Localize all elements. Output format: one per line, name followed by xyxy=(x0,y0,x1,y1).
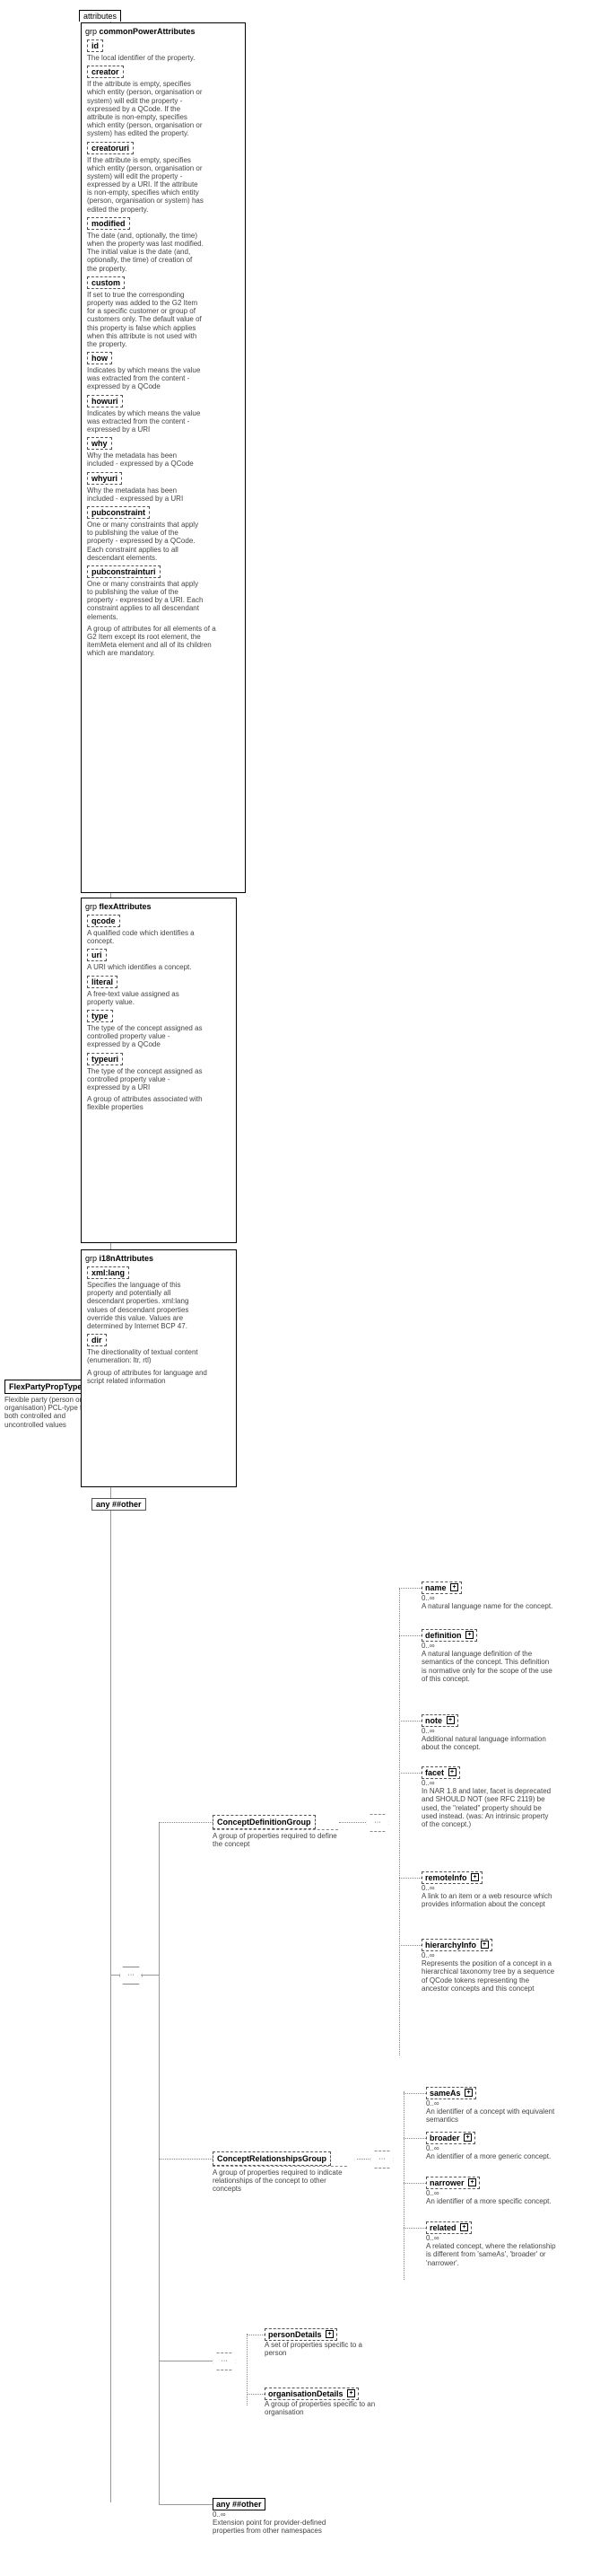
flex-title: flexAttributes xyxy=(100,902,152,911)
flex-attr-typeuri-desc: The type of the concept assigned as cont… xyxy=(87,1067,204,1092)
sequence-connector-main: ··· xyxy=(119,1967,143,1985)
grp-prefix: grp xyxy=(85,27,97,36)
i18n-title: i18nAttributes xyxy=(100,1254,154,1263)
common-attr-how: how xyxy=(87,352,112,364)
def-child-facet-desc: In NAR 1.8 and later, facet is deprecate… xyxy=(422,1787,556,1828)
concept-relationships-group-box: ConceptRelationshipsGroup xyxy=(213,2151,331,2166)
flex-attr-literal-desc: A free-text value assigned as property v… xyxy=(87,990,204,1006)
common-attr-custom-desc: If set to true the corresponding propert… xyxy=(87,291,204,348)
expand-icon[interactable]: + xyxy=(465,2089,473,2097)
def-child-note: note + xyxy=(422,1714,458,1727)
concept-relationships-group-desc: A group of properties required to indica… xyxy=(213,2166,347,2194)
common-attr-modified-desc: The date (and, optionally, the time) whe… xyxy=(87,232,204,273)
common-attr-howuri: howuri xyxy=(87,395,123,407)
flex-attr-uri: uri xyxy=(87,949,107,961)
common-attr-pubconstraint: pubconstraint xyxy=(87,506,150,519)
common-attr-why: why xyxy=(87,437,112,450)
def-child-note-desc: Additional natural language information … xyxy=(422,1735,556,1751)
i18n-attr-xml-lang-desc: Specifies the language of this property … xyxy=(87,1281,204,1330)
def-child-name: name + xyxy=(422,1582,462,1594)
organisation-details-box: organisationDetails + xyxy=(265,2388,359,2400)
expand-icon[interactable]: + xyxy=(468,2178,476,2186)
root-type-box: FlexPartyPropType xyxy=(4,1380,86,1394)
common-attr-how-desc: Indicates by which means the value was e… xyxy=(87,366,204,391)
flex-attr-literal: literal xyxy=(87,976,117,988)
concept-definition-group-desc: A group of properties required to define… xyxy=(213,1829,338,1848)
rel-child-sameAs: sameAs + xyxy=(426,2087,476,2099)
def-child-definition-desc: A natural language definition of the sem… xyxy=(422,1650,556,1683)
expand-icon[interactable]: + xyxy=(448,1768,457,1776)
expand-icon[interactable]: + xyxy=(465,1631,474,1639)
rel-child-narrower-desc: An identifier of a more specific concept… xyxy=(426,2197,561,2205)
common-attr-id-desc: The local identifier of the property. xyxy=(87,54,204,62)
expand-icon[interactable]: + xyxy=(481,1941,489,1949)
rel-child-related-desc: A related concept, where the relationshi… xyxy=(426,2242,561,2267)
expand-icon[interactable]: + xyxy=(464,2134,472,2142)
flex-attr-type: type xyxy=(87,1010,113,1022)
organisation-details-desc: A group of properties specific to an org… xyxy=(265,2400,381,2416)
person-details-desc: A set of properties specific to a person xyxy=(265,2341,381,2357)
expand-icon[interactable]: + xyxy=(326,2330,334,2338)
flex-attr-qcode: qcode xyxy=(87,915,120,927)
any-other-attr: any ##other xyxy=(91,1498,146,1511)
choice-connector: ··· xyxy=(213,2353,236,2370)
i18n-attr-dir-desc: The directionality of textual content (e… xyxy=(87,1348,204,1364)
common-attr-creatoruri: creatoruri xyxy=(87,142,134,154)
rel-child-narrower: narrower + xyxy=(426,2177,480,2189)
i18n-attr-xml-lang: xml:lang xyxy=(87,1266,129,1279)
flex-attributes-group: grp flexAttributes qcodeA qualified code… xyxy=(81,898,237,1243)
common-attr-id: id xyxy=(87,39,103,52)
expand-icon[interactable]: + xyxy=(347,2389,355,2397)
common-attr-creator-desc: If the attribute is empty, specifies whi… xyxy=(87,80,204,137)
i18n-attr-dir: dir xyxy=(87,1334,107,1346)
common-attr-howuri-desc: Indicates by which means the value was e… xyxy=(87,409,204,434)
def-child-hierarchyInfo-desc: Represents the position of a concept in … xyxy=(422,1959,556,1993)
common-attr-creator: creator xyxy=(87,66,124,78)
flex-attr-typeuri: typeuri xyxy=(87,1053,123,1065)
expand-icon[interactable]: + xyxy=(471,1873,479,1881)
definition-sequence: ··· xyxy=(366,1814,389,1832)
common-attr-pubconstrainturi: pubconstrainturi xyxy=(87,565,161,578)
rel-child-related: related + xyxy=(426,2221,472,2234)
diagram-canvas: FlexPartyPropType Flexible party (person… xyxy=(0,0,600,2576)
common-attr-creatoruri-desc: If the attribute is empty, specifies whi… xyxy=(87,156,204,214)
def-child-remoteInfo: remoteInfo + xyxy=(422,1871,483,1884)
expand-icon[interactable]: + xyxy=(450,1583,458,1591)
common-attr-modified: modified xyxy=(87,217,130,230)
common-power-attributes-group: grp commonPowerAttributes id The local id… xyxy=(81,22,246,893)
common-group-desc: A group of attributes for all elements o… xyxy=(87,625,217,658)
expand-icon[interactable]: + xyxy=(447,1716,455,1724)
common-attr-pubconstraint-desc: One or many constraints that apply to pu… xyxy=(87,521,204,562)
flex-attr-type-desc: The type of the concept assigned as cont… xyxy=(87,1024,204,1049)
common-attr-whyuri: whyuri xyxy=(87,472,122,485)
flex-attr-qcode-desc: A qualified code which identifies a conc… xyxy=(87,929,204,945)
def-child-name-desc: A natural language name for the concept. xyxy=(422,1602,556,1610)
any-other-card: 0..∞ xyxy=(213,2510,329,2519)
rel-child-broader: broader + xyxy=(426,2132,475,2144)
concept-definition-group-box: ConceptDefinitionGroup xyxy=(213,1815,316,1829)
def-child-definition: definition + xyxy=(422,1629,477,1642)
person-details-box: personDetails + xyxy=(265,2328,337,2341)
relationships-sequence: ··· xyxy=(370,2151,394,2169)
i18n-group-desc: A group of attributes for language and s… xyxy=(87,1369,217,1385)
expand-icon[interactable]: + xyxy=(460,2223,468,2231)
common-attr-pubconstrainturi-desc: One or many constraints that apply to pu… xyxy=(87,580,204,621)
flex-group-desc: A group of attributes associated with fl… xyxy=(87,1095,217,1111)
attributes-tab: attributes xyxy=(79,10,121,22)
flex-attr-uri-desc: A URI which identifies a concept. xyxy=(87,963,204,971)
rel-child-sameAs-desc: An identifier of a concept with equivale… xyxy=(426,2107,561,2124)
def-child-hierarchyInfo: hierarchyInfo + xyxy=(422,1939,492,1951)
rel-child-broader-desc: An identifier of a more generic concept. xyxy=(426,2152,561,2160)
common-attr-why-desc: Why the metadata has been included - exp… xyxy=(87,451,204,468)
def-child-remoteInfo-desc: A link to an item or a web resource whic… xyxy=(422,1892,556,1908)
common-attr-whyuri-desc: Why the metadata has been included - exp… xyxy=(87,486,204,503)
common-title: commonPowerAttributes xyxy=(100,27,196,36)
common-attr-custom: custom xyxy=(87,276,125,289)
any-other-desc: Extension point for provider-defined pro… xyxy=(213,2519,329,2535)
def-child-facet: facet + xyxy=(422,1766,460,1779)
i18n-attributes-group: grp i18nAttributes xml:langSpecifies the… xyxy=(81,1249,237,1487)
any-other-bottom: any ##other xyxy=(213,2498,265,2510)
